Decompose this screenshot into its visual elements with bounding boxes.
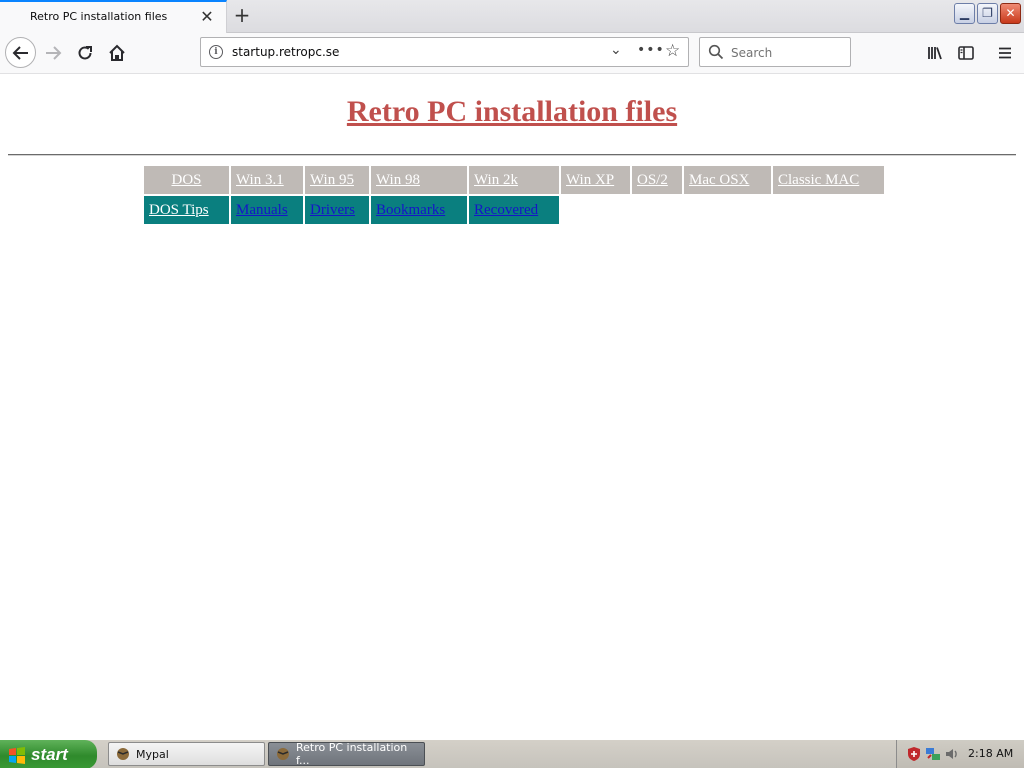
- browser-tab[interactable]: Retro PC installation files ✕: [0, 0, 227, 33]
- nav-cell-drivers: Drivers: [305, 196, 369, 226]
- start-button[interactable]: start: [0, 740, 97, 768]
- sidebar-icon: [958, 46, 974, 60]
- navigation-toolbar: i startup.retropc.se ⌄ ••• ☆ Search: [0, 33, 1024, 74]
- nav-cell-winxp: Win XP: [561, 166, 630, 196]
- mypal-app-icon: [276, 748, 289, 760]
- link-dos[interactable]: DOS: [171, 172, 201, 188]
- site-info-icon[interactable]: i: [209, 45, 223, 59]
- hamburger-menu-icon: [999, 47, 1011, 59]
- close-window-button[interactable]: ✕: [1000, 3, 1021, 24]
- nav-table: DOS Win 3.1 Win 95 Win 98 Win 2k Win XP …: [142, 166, 886, 226]
- link-os2[interactable]: OS/2: [637, 172, 668, 188]
- nav-cell-win98: Win 98: [371, 166, 467, 196]
- library-button[interactable]: [920, 38, 950, 68]
- close-tab-icon[interactable]: ✕: [199, 8, 215, 26]
- nav-cell-manuals: Manuals: [231, 196, 303, 226]
- restore-window-button[interactable]: ❐: [977, 3, 998, 24]
- back-button[interactable]: [5, 37, 36, 68]
- taskbar-item-retro-pc[interactable]: Retro PC installation f...: [268, 741, 425, 767]
- search-bar[interactable]: Search: [699, 37, 851, 67]
- nav-cell-classicmac: Classic MAC: [773, 166, 884, 196]
- tools-links-row: DOS Tips Manuals Drivers Bookmarks Recov…: [144, 196, 884, 226]
- start-label: start: [31, 744, 68, 764]
- mypal-app-icon: [117, 748, 129, 760]
- horizontal-rule: [8, 154, 1016, 156]
- nav-cell-bookmarks: Bookmarks: [371, 196, 467, 226]
- network-icon[interactable]: [925, 746, 941, 762]
- bookmark-star-icon[interactable]: ☆: [665, 41, 680, 61]
- link-win-xp[interactable]: Win XP: [566, 172, 614, 188]
- search-placeholder: Search: [731, 46, 773, 60]
- home-button[interactable]: [102, 38, 132, 68]
- url-dropdown-icon[interactable]: ⌄: [610, 42, 622, 58]
- nav-cell-dos: DOS: [144, 166, 229, 196]
- link-win-3-1[interactable]: Win 3.1: [236, 172, 284, 188]
- taskbar: start Mypal Retro PC installation f... 2…: [0, 739, 1024, 768]
- url-bar[interactable]: i startup.retropc.se ⌄ ••• ☆: [200, 37, 689, 67]
- new-tab-button[interactable]: +: [231, 4, 253, 28]
- library-icon: [928, 47, 942, 60]
- search-icon: [708, 44, 724, 60]
- clock[interactable]: 2:18 AM: [968, 747, 1013, 760]
- link-recovered[interactable]: Recovered: [474, 202, 538, 218]
- security-shield-icon[interactable]: [906, 746, 922, 762]
- link-win-95[interactable]: Win 95: [310, 172, 354, 188]
- url-text[interactable]: startup.retropc.se: [232, 45, 339, 59]
- page-actions-icon[interactable]: •••: [637, 42, 665, 58]
- forward-button[interactable]: [38, 38, 68, 68]
- windows-flag-icon: [9, 746, 25, 764]
- link-bookmarks[interactable]: Bookmarks: [376, 202, 445, 218]
- link-classic-mac[interactable]: Classic MAC: [778, 172, 859, 188]
- tab-title: Retro PC installation files: [30, 10, 168, 23]
- home-icon: [109, 44, 125, 61]
- nav-cell-recovered: Recovered: [469, 196, 559, 226]
- nav-cell-win2k: Win 2k: [469, 166, 559, 196]
- back-arrow-icon: [12, 45, 28, 60]
- sidebar-button[interactable]: [951, 38, 981, 68]
- nav-cell-win31: Win 3.1: [231, 166, 303, 196]
- taskbar-item-label: Mypal: [136, 747, 169, 761]
- web-page: Retro PC installation files DOS Win 3.1 …: [0, 74, 1024, 739]
- nav-cell-macosx: Mac OSX: [684, 166, 771, 196]
- taskbar-item-label: Retro PC installation f...: [295, 741, 408, 767]
- link-dos-tips[interactable]: DOS Tips: [149, 202, 209, 218]
- reload-button[interactable]: [70, 38, 100, 68]
- reload-icon: [78, 46, 92, 60]
- volume-icon[interactable]: [944, 746, 960, 762]
- page-title[interactable]: Retro PC installation files: [0, 95, 1024, 129]
- link-manuals[interactable]: Manuals: [236, 202, 288, 218]
- link-mac-osx[interactable]: Mac OSX: [689, 172, 749, 188]
- browser-tab-strip: Retro PC installation files ✕ + ▁ ❐ ✕: [0, 0, 1024, 33]
- link-drivers[interactable]: Drivers: [310, 202, 355, 218]
- minimize-window-button[interactable]: ▁: [954, 3, 975, 24]
- system-tray: 2:18 AM: [896, 740, 1024, 768]
- nav-cell-os2: OS/2: [632, 166, 682, 196]
- nav-cell-dostips: DOS Tips: [144, 196, 229, 226]
- taskbar-item-mypal[interactable]: Mypal: [108, 742, 265, 766]
- app-menu-button[interactable]: [990, 38, 1020, 68]
- link-win-2k[interactable]: Win 2k: [474, 172, 518, 188]
- link-win-98[interactable]: Win 98: [376, 172, 420, 188]
- os-links-row: DOS Win 3.1 Win 95 Win 98 Win 2k Win XP …: [144, 166, 884, 196]
- forward-arrow-icon: [46, 46, 62, 60]
- nav-cell-win95: Win 95: [305, 166, 369, 196]
